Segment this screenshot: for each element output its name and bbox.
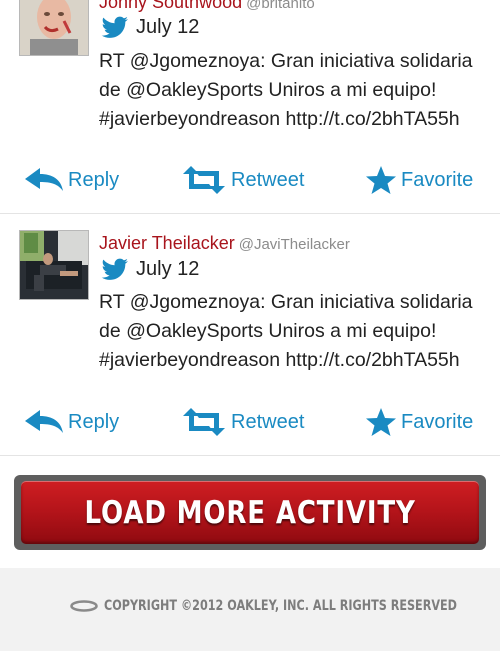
author-handle[interactable]: @JaviTheilacker	[239, 236, 350, 253]
load-more-button[interactable]: LOAD MORE ACTIVITY	[21, 481, 479, 544]
tweet-date-line: July 12	[99, 12, 199, 42]
tweet-actions: Reply Retweet Favorite	[0, 405, 500, 439]
favorite-label: Favorite	[401, 168, 474, 191]
reply-icon	[25, 410, 63, 433]
favorite-button[interactable]: Favorite	[365, 405, 473, 439]
divider	[0, 213, 500, 214]
footer: COPYRIGHT ©2012 OAKLEY, INC. ALL RIGHTS …	[0, 568, 500, 651]
author-handle[interactable]: @britanito	[246, 0, 315, 12]
author-name[interactable]: Jonny Southwood	[99, 0, 242, 12]
oakley-logo-icon	[70, 600, 98, 612]
favorite-button[interactable]: Favorite	[365, 163, 473, 197]
reply-label: Reply	[68, 168, 120, 191]
retweet-label: Retweet	[231, 410, 305, 433]
retweet-button[interactable]: Retweet	[181, 405, 304, 439]
avatar[interactable]	[19, 0, 89, 56]
twitter-bird-icon	[101, 258, 128, 280]
divider	[0, 455, 500, 456]
retweet-icon	[183, 408, 225, 436]
load-more-frame: LOAD MORE ACTIVITY	[14, 475, 486, 550]
tweet-author: Javier Theilacker @JaviTheilacker	[99, 233, 350, 254]
tweet-date: July 12	[136, 15, 200, 38]
twitter-bird-icon	[101, 16, 128, 38]
tweet-date: July 12	[136, 257, 200, 280]
avatar[interactable]	[19, 230, 89, 300]
retweet-icon	[183, 166, 225, 194]
tweet-actions: Reply Retweet Favorite	[0, 163, 500, 197]
favorite-label: Favorite	[401, 410, 474, 433]
load-more-label: LOAD MORE ACTIVITY	[84, 494, 416, 531]
retweet-label: Retweet	[231, 168, 305, 191]
copyright-text: COPYRIGHT ©2012 OAKLEY, INC. ALL RIGHTS …	[104, 598, 457, 614]
reply-button[interactable]: Reply	[24, 405, 119, 439]
author-name[interactable]: Javier Theilacker	[99, 233, 235, 253]
star-icon	[366, 166, 396, 194]
reply-icon	[25, 168, 63, 191]
tweet-text: RT @Jgomeznoya: Gran iniciativa solidari…	[99, 50, 473, 130]
reply-button[interactable]: Reply	[24, 163, 119, 197]
tweet-date-line: July 12	[99, 254, 199, 284]
star-icon	[366, 408, 396, 436]
retweet-button[interactable]: Retweet	[181, 163, 304, 197]
tweet-text: RT @Jgomeznoya: Gran iniciativa solidari…	[99, 291, 473, 371]
reply-label: Reply	[68, 410, 120, 433]
copyright: COPYRIGHT ©2012 OAKLEY, INC. ALL RIGHTS …	[70, 598, 500, 614]
